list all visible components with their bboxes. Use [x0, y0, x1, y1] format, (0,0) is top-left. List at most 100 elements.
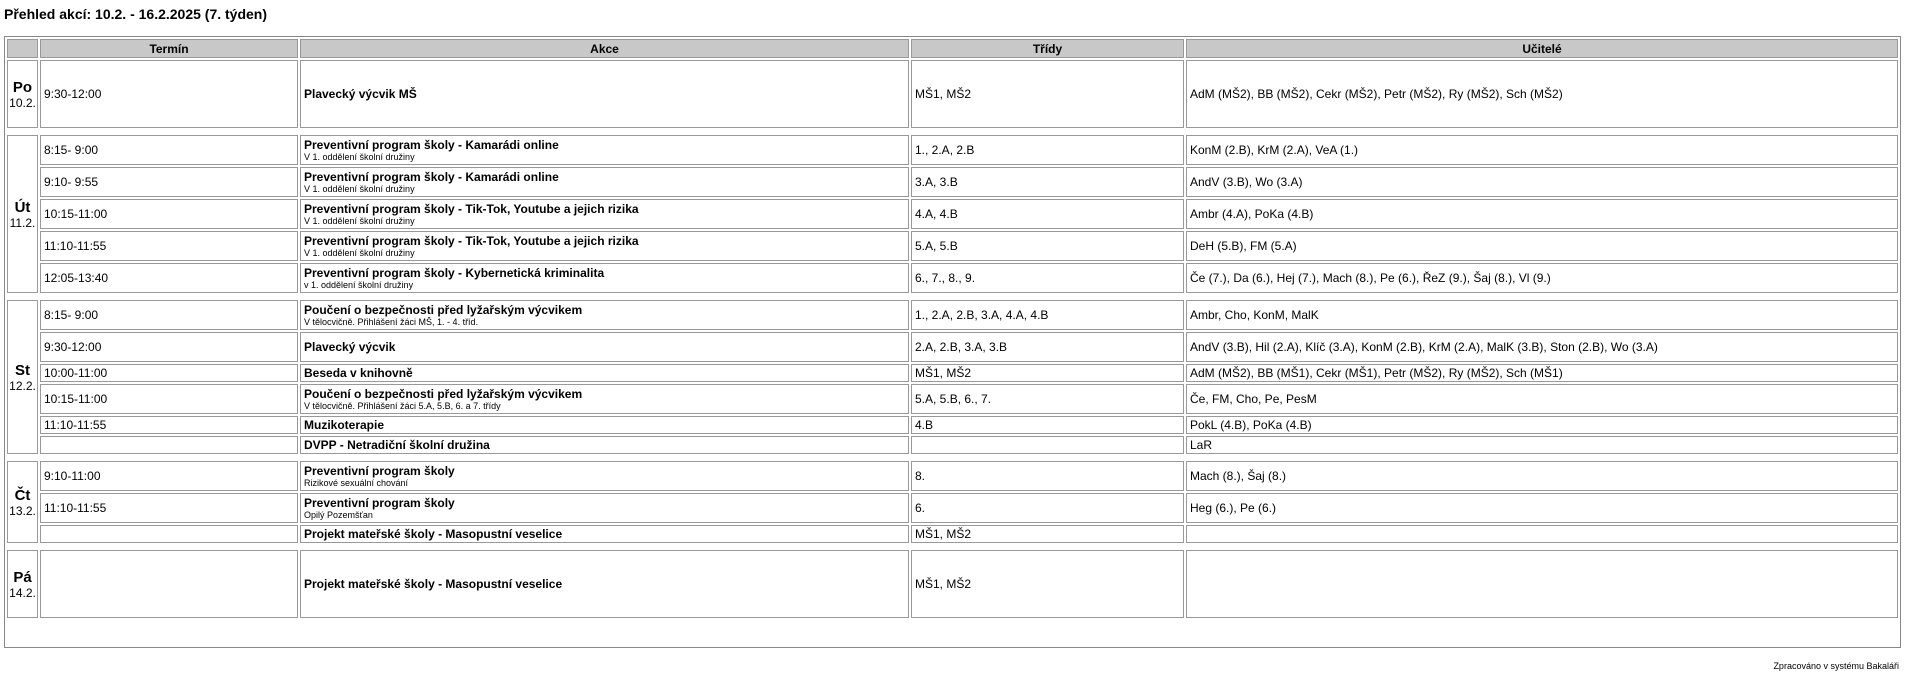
- event-action: Poučení o bezpečnosti před lyžařským výc…: [300, 300, 909, 330]
- event-note: v 1. oddělení školní družiny: [304, 279, 414, 290]
- event-teachers: Če, FM, Cho, Pe, PesM: [1186, 384, 1898, 414]
- event-note: V tělocvičně. Přihlášení žáci 5.A, 5.B, …: [304, 400, 501, 411]
- event-classes: 1., 2.A, 2.B, 3.A, 4.A, 4.B: [911, 300, 1184, 330]
- day-cell: Čt 13.2.: [7, 461, 38, 543]
- event-row: Čt 13.2. 9:10-11:00 Preventivní program ško…: [7, 461, 1898, 543]
- event-action: Plavecký výcvik MŠ: [300, 60, 909, 128]
- header-akce: Akce: [300, 39, 909, 58]
- event-title: Preventivní program školy: [304, 495, 455, 510]
- events-table: Termín Akce Třídy Učitelé Po 10.2. 9:30-12…: [5, 37, 1900, 620]
- event-row: Projekt mateřské školy - Masopustní vese…: [7, 525, 1898, 543]
- event-note: Opilý Pozemšťan: [304, 509, 373, 520]
- day-name: Út: [14, 198, 31, 216]
- page-title: Přehled akcí: 10.2. - 16.2.2025 (7. týde…: [4, 6, 268, 22]
- event-title: Projekt mateřské školy - Masopustní vese…: [304, 526, 563, 541]
- event-classes: 6., 7., 8., 9.: [911, 263, 1184, 293]
- event-title: Plavecký výcvik MŠ: [304, 86, 417, 101]
- event-classes: MŠ1, MŠ2: [911, 550, 1184, 618]
- event-teachers: Ambr (4.A), PoKa (4.B): [1186, 199, 1898, 229]
- event-classes: 8.: [911, 461, 1184, 491]
- event-classes: 1., 2.A, 2.B: [911, 135, 1184, 165]
- header-ucitele: Učitelé: [1186, 39, 1898, 58]
- event-teachers: PokL (4.B), PoKa (4.B): [1186, 416, 1898, 434]
- day-separator-cell: [7, 130, 1898, 133]
- event-action: Preventivní program školy - Kamarádi onl…: [300, 167, 909, 197]
- event-time: [40, 525, 298, 543]
- event-teachers: DeH (5.B), FM (5.A): [1186, 231, 1898, 261]
- event-action: Projekt mateřské školy - Masopustní vese…: [300, 525, 909, 543]
- events-body: Po 10.2. 9:30-12:00 Plavecký výcvik MŠ MŠ1, …: [7, 60, 1898, 618]
- event-classes: MŠ1, MŠ2: [911, 525, 1184, 543]
- event-row: 10:00-11:00 Beseda v knihovně MŠ1, MŠ2 AdM …: [7, 364, 1898, 382]
- event-row: 9:30-12:00 Plavecký výcvik 2.A, 2.B, 3.A, …: [7, 332, 1898, 362]
- event-classes: 4.B: [911, 416, 1184, 434]
- event-time: 8:15- 9:00: [40, 135, 298, 165]
- day-date: 11.2.: [9, 215, 36, 230]
- event-teachers: KonM (2.B), KrM (2.A), VeA (1.): [1186, 135, 1898, 165]
- day-separator: [7, 130, 1898, 133]
- event-title: Beseda v knihovně: [304, 365, 413, 380]
- event-classes: 3.A, 3.B: [911, 167, 1184, 197]
- header-row: Termín Akce Třídy Učitelé: [7, 39, 1898, 58]
- footer-credit: Zpracováno v systému Bakaláři: [1773, 661, 1899, 671]
- event-teachers: AndV (3.B), Wo (3.A): [1186, 167, 1898, 197]
- event-teachers: LaR: [1186, 436, 1898, 454]
- event-row: 10:15-11:00 Preventivní program školy - T…: [7, 199, 1898, 229]
- event-time: 8:15- 9:00: [40, 300, 298, 330]
- event-title: Preventivní program školy: [304, 463, 455, 478]
- event-classes: 2.A, 2.B, 3.A, 3.B: [911, 332, 1184, 362]
- event-row: St 12.2. 8:15- 9:00 Poučení o bezpečnosti p…: [7, 300, 1898, 454]
- event-row: 11:10-11:55 Preventivní program školy Opil…: [7, 493, 1898, 523]
- event-teachers: Ambr, Cho, KonM, MalK: [1186, 300, 1898, 330]
- event-action: Preventivní program školy - Tik-Tok, You…: [300, 199, 909, 229]
- day-separator-cell: [7, 545, 1898, 548]
- header-tridy: Třídy: [911, 39, 1184, 58]
- event-note: V tělocvičně. Přihlášení žáci MŠ, 1. - 4…: [304, 316, 479, 327]
- day-cell: St 12.2.: [7, 300, 38, 454]
- event-title: Preventivní program školy - Kamarádi onl…: [304, 169, 559, 184]
- event-teachers: [1186, 525, 1898, 543]
- event-classes: 5.A, 5.B: [911, 231, 1184, 261]
- event-time: 11:10-11:55: [40, 493, 298, 523]
- event-action: Preventivní program školy - Kamarádi onl…: [300, 135, 909, 165]
- event-action: Plavecký výcvik: [300, 332, 909, 362]
- event-time: [40, 436, 298, 454]
- event-title: Preventivní program školy - Tik-Tok, You…: [304, 201, 639, 216]
- day-date: 14.2.: [9, 585, 36, 600]
- event-action: Preventivní program školy Rizikové sexuál…: [300, 461, 909, 491]
- event-title: Poučení o bezpečnosti před lyžařským výc…: [304, 302, 583, 317]
- event-classes: 4.A, 4.B: [911, 199, 1184, 229]
- header-termin: Termín: [40, 39, 298, 58]
- event-row: 11:10-11:55 Preventivní program školy - T…: [7, 231, 1898, 261]
- event-title: Preventivní program školy - Kybernetická…: [304, 265, 605, 280]
- event-note: Rizikové sexuální chování: [304, 477, 409, 488]
- day-cell: Út 11.2.: [7, 135, 38, 293]
- day-separator: [7, 295, 1898, 298]
- event-time: 9:30-12:00: [40, 332, 298, 362]
- day-separator: [7, 456, 1898, 459]
- event-action: DVPP - Netradiční školní družina: [300, 436, 909, 454]
- event-teachers: AdM (MŠ2), BB (MŠ2), Cekr (MŠ2), Petr (M…: [1186, 60, 1898, 128]
- day-date: 12.2.: [9, 378, 36, 393]
- event-classes: 5.A, 5.B, 6., 7.: [911, 384, 1184, 414]
- event-action: Poučení o bezpečnosti před lyžařským výc…: [300, 384, 909, 414]
- event-action: Preventivní program školy - Tik-Tok, You…: [300, 231, 909, 261]
- event-time: 9:30-12:00: [40, 60, 298, 128]
- event-time: 10:00-11:00: [40, 364, 298, 382]
- event-row: 11:10-11:55 Muzikoterapie 4.B PokL (4.B), P…: [7, 416, 1898, 434]
- event-row: Út 11.2. 8:15- 9:00 Preventivní program ško…: [7, 135, 1898, 293]
- day-name: Pá: [13, 568, 32, 586]
- event-classes: MŠ1, MŠ2: [911, 364, 1184, 382]
- event-row: Po 10.2. 9:30-12:00 Plavecký výcvik MŠ MŠ1, …: [7, 60, 1898, 128]
- event-teachers: Mach (8.), Šaj (8.): [1186, 461, 1898, 491]
- event-teachers: AdM (MŠ2), BB (MŠ1), Cekr (MŠ1), Petr (M…: [1186, 364, 1898, 382]
- event-note: V 1. oddělení školní družiny: [304, 247, 415, 258]
- event-teachers: Če (7.), Da (6.), Hej (7.), Mach (8.), P…: [1186, 263, 1898, 293]
- day-cell: Po 10.2.: [7, 60, 38, 128]
- event-title: Preventivní program školy - Kamarádi onl…: [304, 137, 559, 152]
- day-cell: Pá 14.2.: [7, 550, 38, 618]
- event-title: Preventivní program školy - Tik-Tok, You…: [304, 233, 639, 248]
- event-action: Beseda v knihovně: [300, 364, 909, 382]
- event-classes: [911, 436, 1184, 454]
- event-title: Plavecký výcvik: [304, 339, 396, 354]
